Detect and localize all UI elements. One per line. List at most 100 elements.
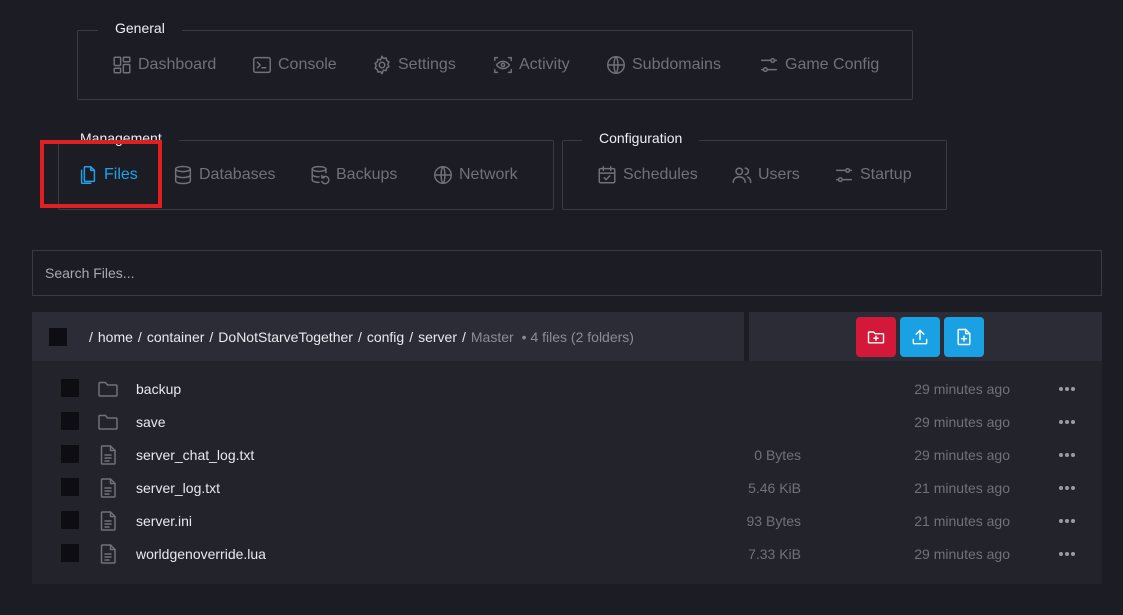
nav-backups[interactable]: Backups [309,141,397,209]
search-files-input[interactable] [32,250,1102,296]
gear-icon [374,55,390,75]
breadcrumb-container[interactable]: container [147,329,205,345]
nav-console[interactable]: Console [251,31,337,99]
file-name[interactable]: save [136,414,166,430]
nav-startup-label: Startup [860,166,912,183]
breadcrumb-separator: / [137,328,142,345]
breadcrumb-donotstarvetogether[interactable]: DoNotStarveTogether [218,329,353,345]
new-folder-button[interactable] [856,317,896,357]
row-checkbox[interactable] [61,511,79,529]
folder-plus-icon [867,331,885,344]
file-text-icon [96,443,120,467]
breadcrumb-separator: / [461,328,466,345]
nav-game-config-label: Game Config [785,56,880,73]
nav-backups-label: Backups [336,166,398,183]
file-row[interactable]: server_chat_log.txt 0 Bytes 29 minutes a… [32,438,1102,471]
breadcrumb-separator: / [209,328,214,345]
file-modified: 29 minutes ago [914,413,1010,430]
nav-settings[interactable]: Settings [371,31,456,99]
row-checkbox[interactable] [61,412,79,430]
upload-button[interactable] [900,317,940,357]
more-options-icon[interactable] [1057,380,1077,398]
select-all-checkbox[interactable] [49,327,67,346]
file-row[interactable]: server_log.txt 5.46 KiB 21 minutes ago [32,471,1102,504]
breadcrumb-separator: / [357,328,362,345]
nav-network[interactable]: Network [432,141,518,209]
nav-dashboard[interactable]: Dashboard [111,31,216,99]
nav-users[interactable]: Users [731,141,800,209]
file-name[interactable]: server_chat_log.txt [136,447,254,463]
nav-databases-label: Databases [199,166,276,183]
file-size: 93 Bytes [746,512,801,529]
file-row[interactable]: server.ini 93 Bytes 21 minutes ago [32,504,1102,537]
nav-databases[interactable]: Databases [172,141,276,209]
file-name[interactable]: server.ini [136,513,192,529]
nav-subdomains-label: Subdomains [632,56,721,73]
file-count: • 4 files (2 folders) [521,328,634,345]
eye-scan-icon [494,56,512,74]
file-name[interactable]: backup [136,381,181,397]
nav-startup[interactable]: Startup [833,141,912,209]
terminal-icon [253,56,271,74]
nav-game-config[interactable]: Game Config [758,31,879,99]
file-modified: 21 minutes ago [914,479,1010,496]
files-highlight-box [40,140,162,208]
more-options-icon[interactable] [1057,512,1077,530]
folder-icon [96,410,120,434]
nav-schedules[interactable]: Schedules [596,141,698,209]
breadcrumb-current: Master [470,328,514,345]
more-options-icon[interactable] [1057,545,1077,563]
file-size: 0 Bytes [754,446,801,463]
nav-network-label: Network [459,166,518,183]
file-plus-icon [957,328,971,346]
globe-icon [607,56,625,74]
dashboard-icon [113,56,131,74]
nav-activity-label: Activity [519,56,570,73]
file-actions-bar [749,312,1102,361]
upload-icon [912,329,928,345]
file-list: backup 29 minutes ago save 29 minutes ag… [32,361,1102,584]
file-text-icon [96,509,120,533]
sliders-icon [835,167,853,183]
file-name[interactable]: server_log.txt [136,480,220,496]
file-name[interactable]: worldgenoverride.lua [136,546,266,562]
file-size: 5.46 KiB [748,479,801,496]
nav-activity[interactable]: Activity [492,31,570,99]
more-options-icon[interactable] [1057,479,1077,497]
row-checkbox[interactable] [61,379,79,397]
nav-dashboard-label: Dashboard [138,56,217,73]
more-options-icon[interactable] [1057,413,1077,431]
breadcrumb-separator: / [89,328,93,345]
nav-users-label: Users [758,166,800,183]
more-options-icon[interactable] [1057,446,1077,464]
row-checkbox[interactable] [61,445,79,463]
row-checkbox[interactable] [61,478,79,496]
breadcrumb-server[interactable]: server [418,329,457,345]
nav-schedules-label: Schedules [623,166,698,183]
row-checkbox[interactable] [61,544,79,562]
breadcrumb-bar: / home / container / DoNotStarveTogether… [32,312,744,361]
nav-settings-label: Settings [398,56,456,73]
nav-console-label: Console [278,56,337,73]
file-row[interactable]: worldgenoverride.lua 7.33 KiB 29 minutes… [32,537,1102,570]
file-row[interactable]: save 29 minutes ago [32,405,1102,438]
users-icon [732,167,752,184]
file-size: 7.33 KiB [748,545,801,562]
file-text-icon [96,542,120,566]
configuration-nav-group: Configuration Schedules Users Startup [562,124,947,210]
nav-subdomains[interactable]: Subdomains [605,31,721,99]
breadcrumb-home[interactable]: home [98,329,133,345]
breadcrumb-separator: / [409,328,414,345]
breadcrumb-config[interactable]: config [367,329,404,345]
file-text-icon [96,476,120,500]
file-modified: 29 minutes ago [914,446,1010,463]
sliders-icon [760,57,778,73]
new-file-button[interactable] [944,317,984,357]
general-nav-group: General Dashboard Console Settings Activ… [77,14,913,100]
file-modified: 29 minutes ago [914,545,1010,562]
calendar-check-icon [598,166,616,184]
globe-icon [434,166,452,184]
file-row[interactable]: backup 29 minutes ago [32,372,1102,405]
database-icon [174,165,192,185]
backup-database-icon [311,165,330,185]
